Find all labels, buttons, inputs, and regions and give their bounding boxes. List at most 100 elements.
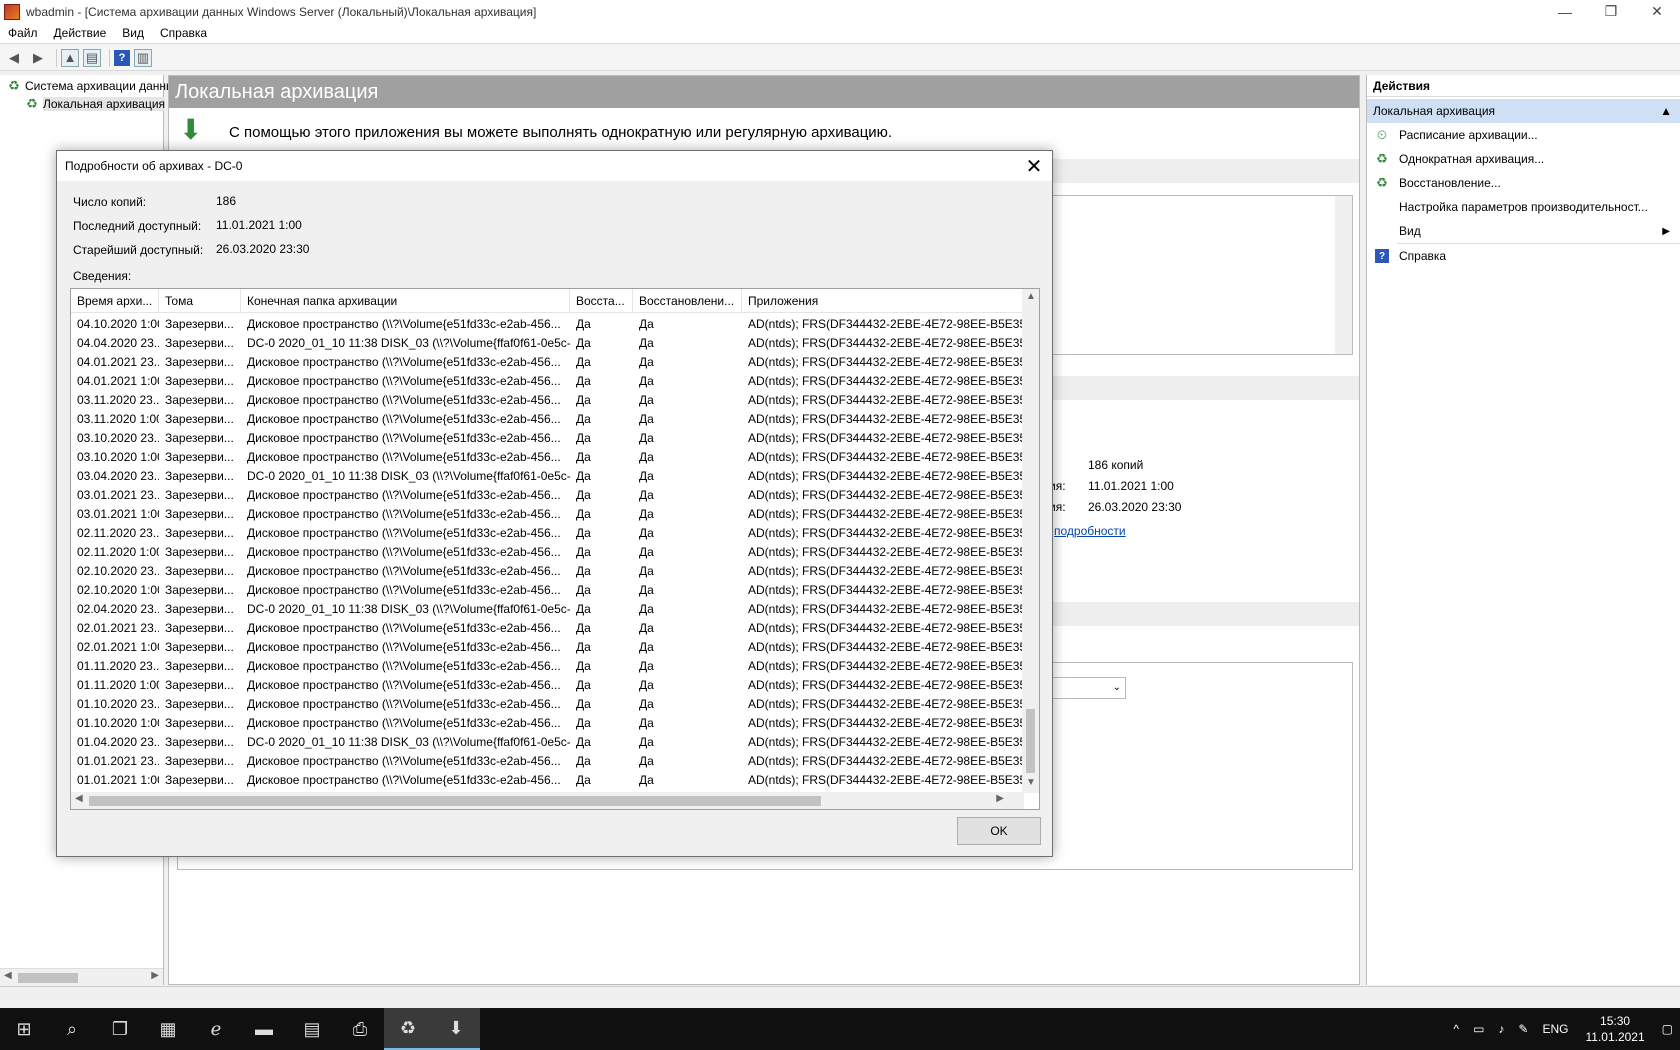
- table-row[interactable]: 02.04.2020 23... Зарезерви... DC-0 2020_01…: [71, 600, 1024, 619]
- last-available-label: Последний доступный:: [73, 219, 202, 233]
- table-row[interactable]: 04.04.2020 23... Зарезерви... DC-0 2020_01…: [71, 334, 1024, 353]
- table-row[interactable]: 01.01.2021 23... Зарезерви... Дисковое про…: [71, 752, 1024, 771]
- scrollbar-thumb[interactable]: [18, 973, 78, 983]
- cell-volumes: Зарезерви...: [165, 564, 234, 578]
- cell-apps: AD(ntds); FRS(DF344432-2EBE-4E72-98EE-B5…: [748, 545, 1024, 559]
- action-backup-once[interactable]: ♻ Однократная архивация...: [1367, 147, 1680, 171]
- wbadmin-app-icon[interactable]: ⬇: [432, 1008, 480, 1050]
- table-row[interactable]: 04.01.2021 1:00 Зарезерви... Дисковое прос…: [71, 372, 1024, 391]
- action-configure-performance[interactable]: Настройка параметров производительност..…: [1367, 195, 1680, 219]
- menu-action[interactable]: Действие: [46, 26, 115, 40]
- printer-icon[interactable]: ⎙: [336, 1008, 384, 1050]
- cell-recover2: Да: [639, 621, 654, 635]
- menu-file[interactable]: Файл: [0, 26, 46, 40]
- ok-button[interactable]: OK: [957, 817, 1041, 845]
- cell-volumes: Зарезерви...: [165, 336, 234, 350]
- column-header-recover1[interactable]: Восста...: [570, 289, 633, 313]
- show-hide-action-pane-icon[interactable]: ▥: [134, 48, 152, 67]
- back-arrow-icon[interactable]: ◀: [4, 48, 24, 68]
- scroll-up-icon[interactable]: ▲: [1026, 291, 1036, 302]
- forward-arrow-icon[interactable]: ▶: [28, 48, 48, 68]
- cell-time: 03.04.2020 23...: [77, 469, 159, 483]
- tree-horizontal-scrollbar[interactable]: ◀ ▶: [0, 968, 163, 985]
- table-row[interactable]: 02.01.2021 23... Зарезерви... Дисковое про…: [71, 619, 1024, 638]
- cell-target: Дисковое пространство (\\?\Volume{e51fd3…: [247, 355, 561, 369]
- cell-apps: AD(ntds); FRS(DF344432-2EBE-4E72-98EE-B5…: [748, 564, 1024, 578]
- table-row[interactable]: 03.01.2021 23... Зарезерви... Дисковое про…: [71, 486, 1024, 505]
- list-vertical-scrollbar[interactable]: ▲ ▼: [1022, 289, 1039, 793]
- cell-time: 02.04.2020 23...: [77, 602, 159, 616]
- scrollbar-thumb[interactable]: [89, 796, 821, 806]
- table-row[interactable]: 02.01.2021 1:00 Зарезерви... Дисковое прос…: [71, 638, 1024, 657]
- dialog-close-button[interactable]: ✕: [1022, 154, 1046, 178]
- table-row[interactable]: 01.04.2020 23... Зарезерви... DC-0 2020_01…: [71, 733, 1024, 752]
- table-row[interactable]: 03.10.2020 23... Зарезерви... Дисковое про…: [71, 429, 1024, 448]
- table-row[interactable]: 01.11.2020 23... Зарезерви... Дисковое про…: [71, 657, 1024, 676]
- up-folder-icon[interactable]: ▲: [61, 48, 79, 67]
- table-row[interactable]: 03.01.2021 1:00 Зарезерви... Дисковое прос…: [71, 505, 1024, 524]
- table-row[interactable]: 02.11.2020 1:00 Зарезерви... Дисковое прос…: [71, 543, 1024, 562]
- column-header-time[interactable]: Время архи...: [71, 289, 159, 313]
- volume-icon[interactable]: ♪: [1491, 1022, 1511, 1036]
- action-view[interactable]: Вид ▶: [1367, 219, 1680, 243]
- server-manager-icon[interactable]: ▦: [144, 1008, 192, 1050]
- taskbar: ⊞ ⌕ ❐ ▦ ℯ ▬ ▤ ⎙ ♻ ⬇ ^ ▭ ♪ ✎ ENG 15:30 11…: [0, 1008, 1680, 1050]
- table-row[interactable]: 01.11.2020 1:00 Зарезерви... Дисковое прос…: [71, 676, 1024, 695]
- show-hide-tree-icon[interactable]: ▤: [83, 48, 101, 67]
- language-indicator[interactable]: ENG: [1535, 1022, 1575, 1036]
- menu-help[interactable]: Справка: [152, 26, 215, 40]
- table-row[interactable]: 01.01.2021 1:00 Зарезерви... Дисковое прос…: [71, 771, 1024, 790]
- scroll-right-icon[interactable]: ▶: [151, 970, 159, 981]
- table-row[interactable]: 03.04.2020 23... Зарезерви... DC-0 2020_01…: [71, 467, 1024, 486]
- column-header-apps[interactable]: Приложения: [742, 289, 1024, 313]
- table-row[interactable]: 02.10.2020 23... Зарезерви... Дисковое про…: [71, 562, 1024, 581]
- table-row[interactable]: 03.11.2020 23... Зарезерви... Дисковое про…: [71, 391, 1024, 410]
- start-windows-icon[interactable]: ⊞: [0, 1008, 48, 1050]
- table-row[interactable]: 02.11.2020 23... Зарезерви... Дисковое про…: [71, 524, 1024, 543]
- scroll-left-icon[interactable]: ◀: [4, 970, 12, 981]
- minimize-button[interactable]: —: [1542, 0, 1588, 23]
- table-row[interactable]: 03.10.2020 1:00 Зарезерви... Дисковое прос…: [71, 448, 1024, 467]
- chevron-down-icon: ⌄: [1112, 682, 1121, 693]
- column-header-volumes[interactable]: Тома: [159, 289, 241, 313]
- action-schedule-backup[interactable]: ⏲ Расписание архивации...: [1367, 123, 1680, 147]
- tree-item-local-backup[interactable]: ♻ Локальная архивация: [24, 95, 166, 113]
- scrollbar-thumb[interactable]: [1026, 709, 1035, 773]
- messages-scrollbar[interactable]: [1335, 196, 1352, 354]
- table-row[interactable]: 02.10.2020 1:00 Зарезерви... Дисковое прос…: [71, 581, 1024, 600]
- scroll-left-icon[interactable]: ◀: [75, 793, 83, 804]
- column-header-recover2[interactable]: Восстановлени...: [633, 289, 742, 313]
- network-icon[interactable]: ▭: [1466, 1022, 1491, 1036]
- notifications-icon[interactable]: ▢: [1655, 1022, 1680, 1036]
- scroll-right-icon[interactable]: ▶: [996, 793, 1004, 804]
- cell-recover2: Да: [639, 697, 654, 711]
- backup-app-icon[interactable]: ♻: [384, 1008, 432, 1050]
- cell-target: Дисковое пространство (\\?\Volume{e51fd3…: [247, 412, 561, 426]
- table-row[interactable]: 01.10.2020 23... Зарезерви... Дисковое про…: [71, 695, 1024, 714]
- task-view-icon[interactable]: ❐: [96, 1008, 144, 1050]
- cell-time: 02.11.2020 1:00: [77, 545, 159, 559]
- pen-icon[interactable]: ✎: [1511, 1022, 1535, 1036]
- list-horizontal-scrollbar[interactable]: ◀ ▶: [71, 792, 1024, 809]
- file-explorer-icon[interactable]: ▬: [240, 1008, 288, 1050]
- details-link[interactable]: подробности: [1054, 524, 1126, 538]
- restore-button[interactable]: ❐: [1588, 0, 1634, 23]
- column-header-target[interactable]: Конечная папка архивации: [241, 289, 570, 313]
- table-row[interactable]: 04.10.2020 1:00 Зарезерви... Дисковое прос…: [71, 315, 1024, 334]
- collapse-icon[interactable]: ▲: [1660, 104, 1672, 118]
- clock[interactable]: 15:30 11.01.2021: [1575, 1013, 1654, 1045]
- tray-chevron-icon[interactable]: ^: [1446, 1022, 1466, 1036]
- menu-view[interactable]: Вид: [114, 26, 152, 40]
- action-recover[interactable]: ♻ Восстановление...: [1367, 171, 1680, 195]
- search-icon[interactable]: ⌕: [48, 1008, 96, 1050]
- table-row[interactable]: 03.11.2020 1:00 Зарезерви... Дисковое прос…: [71, 410, 1024, 429]
- scroll-down-icon[interactable]: ▼: [1026, 777, 1036, 788]
- table-row[interactable]: 01.10.2020 1:00 Зарезерви... Дисковое прос…: [71, 714, 1024, 733]
- table-row[interactable]: 04.01.2021 23... Зарезерви... Дисковое про…: [71, 353, 1024, 372]
- action-help[interactable]: ? Справка: [1367, 244, 1680, 268]
- close-window-button[interactable]: ✕: [1634, 0, 1680, 23]
- browser-icon[interactable]: ℯ: [192, 1008, 240, 1050]
- help-icon[interactable]: ?: [114, 49, 130, 66]
- actions-section-local-backup[interactable]: Локальная архивация ▲: [1367, 99, 1680, 123]
- documents-icon[interactable]: ▤: [288, 1008, 336, 1050]
